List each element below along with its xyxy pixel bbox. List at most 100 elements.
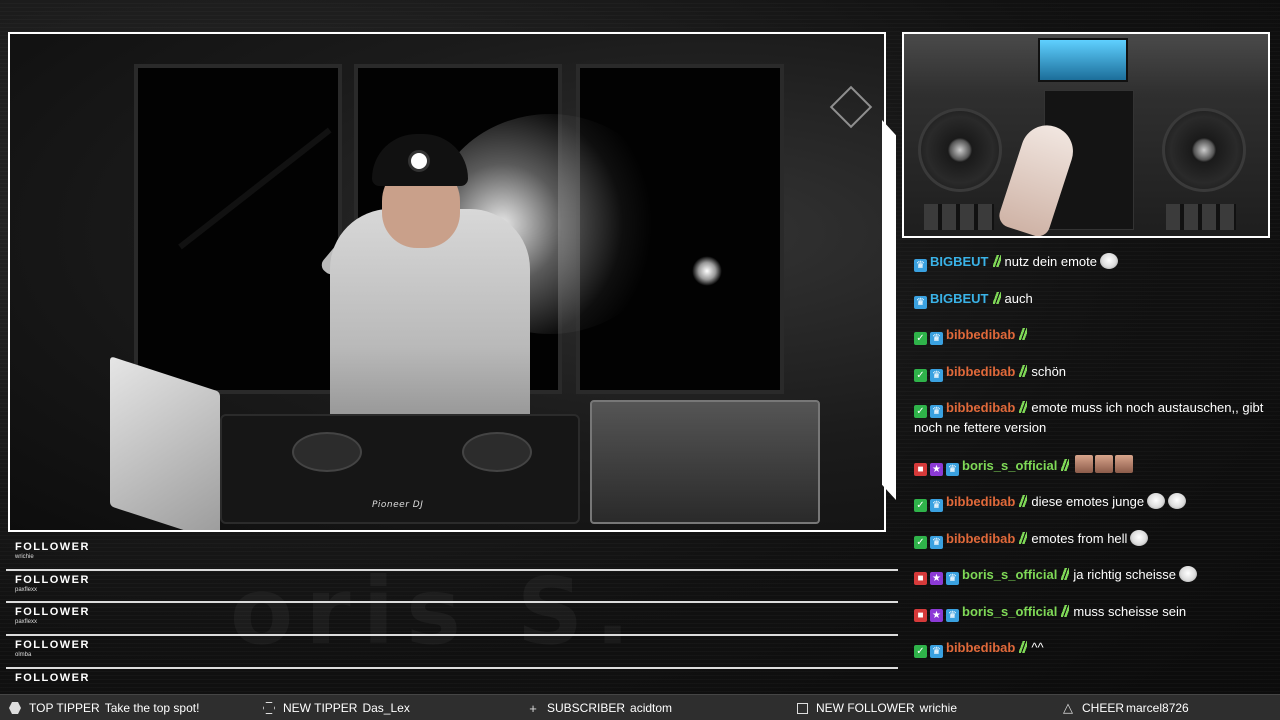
ticker-label: NEW FOLLOWER [816,701,915,715]
deck-camera-feed [902,32,1270,238]
chat-text: diese emotes junge [1031,494,1145,509]
event-row: FOLLOWER paxflexx [6,571,898,604]
check-badge-icon: ✓ [914,368,927,382]
chat-username[interactable]: bibbedibab [946,327,1015,342]
slash-separator-icon [1061,604,1070,617]
chat-username[interactable]: BIGBEUT [930,291,989,306]
events-list: FOLLOWER wrichie FOLLOWER paxflexx FOLLOWER p… [6,538,898,684]
slash-separator-icon [1019,328,1028,340]
deck-jog-right [1162,108,1246,192]
slash-separator-icon [1019,495,1028,507]
check-badge-icon: ✓ [914,332,927,345]
ticker-label: TOP TIPPER [29,701,100,715]
emote-icon [1147,493,1166,509]
chat-panel: ♛ BIGBEUT nutz dein emote ♛ BIGBEUT auch ✓ ♛ bib… [906,252,1266,682]
crown-badge-icon: ♛ [930,645,943,658]
chat-username[interactable]: bibbedibab [946,364,1015,379]
crown-badge-icon: ♛ [914,295,927,309]
chat-username[interactable]: bibbedibab [946,640,1015,655]
chat-message: ✓ ♛ bibbedibab emote muss ich noch austausc… [906,398,1266,438]
slash-separator-icon [1019,531,1028,544]
chat-message: ■ ★ ♛ boris_s_official ja richtig scheisse [906,565,1266,585]
chat-message: ✓ ♛ bibbedibab ^^ [906,638,1266,658]
check-badge-icon: ✓ [914,645,927,658]
square-icon [795,701,809,715]
crown-badge-icon: ♛ [930,535,943,549]
chat-message: ♛ BIGBEUT auch [906,289,1266,309]
event-row: FOLLOWER paxflexx [6,603,898,637]
chat-text: nutz dein emote [1004,254,1098,269]
ticker-value: Take the top spot! [104,701,200,715]
cam-badge-icon: ■ [914,462,927,476]
slash-separator-icon [1019,401,1028,413]
ticker-label: SUBSCRIBER [547,701,626,715]
ticker-bar: TOP TIPPER Take the top spot! NEW TIPPER… [0,694,1280,720]
ticker-top-tipper: TOP TIPPER Take the top spot! [8,695,199,720]
chat-text: auch [1004,290,1033,306]
event-row: FOLLOWER [6,669,898,684]
ticker-subscriber: + SUBSCRIBER acidtom [526,695,672,720]
ticker-value: marcel8726 [1126,701,1189,715]
slash-separator-icon [1019,641,1028,653]
crown-badge-icon: ♛ [946,608,959,622]
cam-badge-icon: ■ [914,572,927,585]
light-panel-left [134,64,342,394]
crown-badge-icon: ♛ [914,259,927,272]
event-username: wrichie [15,554,34,560]
chat-message: ✓ ♛ bibbedibab emotes from hell [906,529,1266,549]
chat-username[interactable]: bibbedibab [946,400,1015,415]
crown-badge-icon: ♛ [946,462,959,476]
chat-message: ✓ ♛ bibbedibab [906,325,1266,345]
chat-text: ^^ [1031,640,1044,655]
emote-icon [1100,253,1119,269]
chat-username[interactable]: BIGBEUT [930,254,989,269]
slash-separator-icon [1019,364,1028,377]
event-title: FOLLOWER [15,671,90,684]
emote-icon [1034,328,1052,342]
check-badge-icon: ✓ [914,535,927,549]
chat-username[interactable]: boris_s_official [962,458,1057,473]
ticker-new-tipper: NEW TIPPER Das_Lex [262,695,410,720]
event-title: FOLLOWER [15,606,90,619]
deck-pads-right [1166,204,1236,230]
deck-pads-left [924,204,994,230]
emote-icon [1075,454,1094,473]
chat-text: schön [1031,363,1067,379]
event-title: FOLLOWER [15,573,90,586]
slash-separator-icon [992,255,1001,267]
controller-brand: Pioneer DJ [372,500,424,510]
triangle-icon: △ [1063,700,1073,715]
chat-message: ✓ ♛ bibbedibab schön [906,362,1266,382]
crown-badge-icon: ♛ [930,332,943,345]
chat-username[interactable]: bibbedibab [946,494,1015,509]
chat-text: emotes from hell [1031,530,1128,546]
deck-jog-left [918,108,1002,192]
crown-badge-icon: ♛ [946,572,959,585]
frame-notch [882,120,896,500]
chat-message: ■ ★ ♛ boris_s_official [906,454,1266,476]
ticker-value: Das_Lex [362,701,410,715]
chat-username[interactable]: boris_s_official [962,567,1057,582]
star-badge-icon: ★ [930,572,943,585]
star-badge-icon: ★ [930,462,943,476]
hexagon-icon [8,701,22,715]
chat-username[interactable]: bibbedibab [946,531,1015,546]
check-badge-icon: ✓ [914,405,927,418]
light-spot [692,256,722,286]
event-row: FOLLOWER wrichie [6,538,898,571]
emote-icon [1168,493,1187,509]
ticker-value: wrichie [919,701,958,715]
crown-badge-icon: ♛ [930,368,943,382]
jog-wheel-right [462,432,532,472]
event-row: FOLLOWER olmba [6,636,898,669]
slash-separator-icon [1061,568,1070,580]
chat-username[interactable]: boris_s_official [962,604,1057,619]
slash-separator-icon [1061,458,1070,471]
emote-icon [1095,454,1114,473]
ticker-cheer: △ CHEER marcel8726 [1061,695,1189,720]
ticker-label: NEW TIPPER [283,701,358,715]
chat-text: ja richtig scheisse [1073,567,1176,582]
plus-icon: + [529,700,537,716]
emote-icon [1178,566,1197,582]
event-title: FOLLOWER [15,639,90,652]
